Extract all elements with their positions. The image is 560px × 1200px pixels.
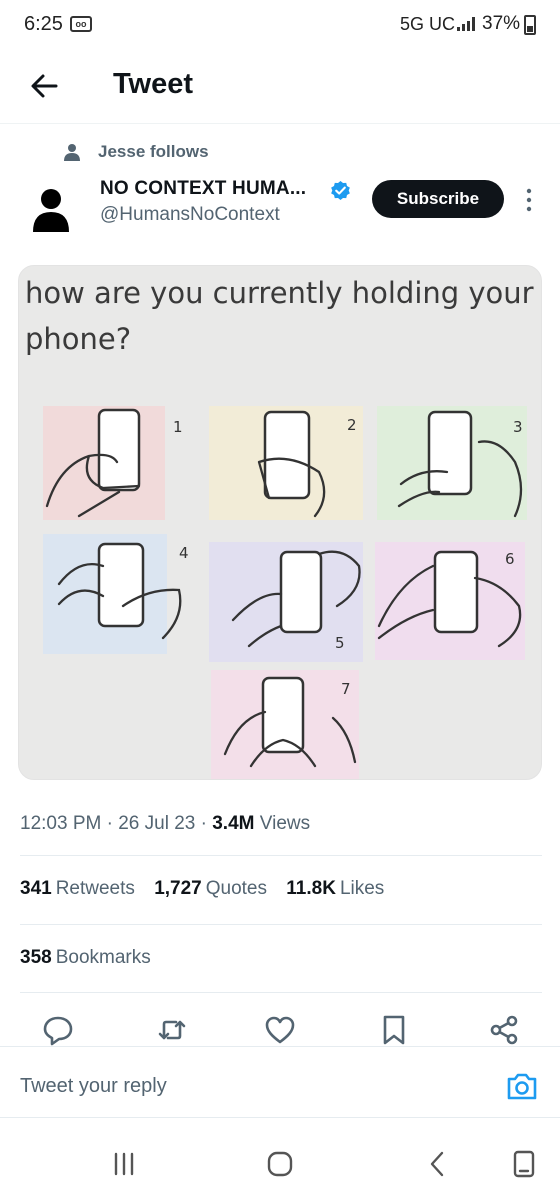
screen-icon[interactable] xyxy=(506,1146,542,1182)
views-count: 3.4M xyxy=(212,813,255,834)
retweets-stat[interactable]: 341 Retweets xyxy=(20,878,135,900)
engagement-stats: 341 Retweets 1,727 Quotes 11.8K Likes xyxy=(20,878,398,900)
avatar[interactable] xyxy=(26,184,76,234)
network-type: 5G UC xyxy=(400,14,456,34)
voicemail-icon: oo xyxy=(70,16,92,32)
phone-grip-illustration: 1 2 3 4 5 6 7 xyxy=(43,406,527,779)
quotes-stat[interactable]: 1,727 Quotes xyxy=(154,878,267,900)
retweet-icon[interactable] xyxy=(156,1014,188,1046)
recent-apps-icon[interactable] xyxy=(106,1146,142,1182)
tweet-media-image[interactable]: how are you currently holding your phone… xyxy=(18,265,542,780)
author-handle[interactable]: @HumansNoContext xyxy=(100,204,280,226)
bookmarks-count: 358 xyxy=(20,947,52,968)
grip-number-7: 7 xyxy=(341,680,351,698)
grip-number-4: 4 xyxy=(179,544,189,562)
like-icon[interactable] xyxy=(264,1014,296,1046)
back-arrow-icon[interactable] xyxy=(26,68,62,104)
status-time: 6:25 xyxy=(24,13,63,35)
divider xyxy=(20,924,542,925)
battery-percent: 37% xyxy=(482,13,521,34)
social-context-text: Jesse follows xyxy=(98,142,209,161)
more-options-icon[interactable] xyxy=(519,186,539,214)
reply-icon[interactable] xyxy=(42,1014,74,1046)
likes-count: 11.8K xyxy=(286,878,336,899)
divider xyxy=(20,855,542,856)
status-bar: 6:25 oo 5G UC 37% xyxy=(0,0,560,50)
reply-input[interactable] xyxy=(20,1075,460,1098)
tweet-date: 26 Jul 23 xyxy=(118,813,196,834)
retweets-count: 341 xyxy=(20,878,52,899)
grip-number-1: 1 xyxy=(173,418,183,436)
person-icon xyxy=(64,144,80,161)
likes-stat[interactable]: 11.8K Likes xyxy=(286,878,384,900)
reply-composer xyxy=(0,1046,560,1118)
tweet-timestamp: 12:03 PM · 26 Jul 23 · 3.4M Views xyxy=(20,813,310,835)
separator: · xyxy=(106,813,113,834)
share-icon[interactable] xyxy=(488,1014,520,1046)
separator: · xyxy=(200,813,207,834)
bookmarks-stat[interactable]: 358 Bookmarks xyxy=(20,947,151,969)
grip-number-6: 6 xyxy=(505,550,515,568)
retweets-label: Retweets xyxy=(55,878,135,899)
bookmark-icon[interactable] xyxy=(378,1014,410,1046)
page-title: Tweet xyxy=(113,68,194,100)
author-name[interactable]: NO CONTEXT HUMA... xyxy=(100,178,306,200)
grip-number-5: 5 xyxy=(335,634,345,652)
divider xyxy=(20,992,542,993)
likes-label: Likes xyxy=(339,878,385,899)
system-nav-bar xyxy=(0,1130,560,1200)
top-app-bar: Tweet xyxy=(0,52,560,124)
views-label: Views xyxy=(259,813,311,834)
grip-number-2: 2 xyxy=(347,416,357,434)
quotes-count: 1,727 xyxy=(154,878,202,899)
grip-number-3: 3 xyxy=(513,418,523,436)
camera-icon[interactable] xyxy=(506,1071,538,1101)
signal-icon xyxy=(457,17,475,31)
home-icon[interactable] xyxy=(262,1146,298,1182)
nav-back-icon[interactable] xyxy=(420,1146,456,1182)
tweet-time: 12:03 PM xyxy=(20,813,102,834)
battery-icon xyxy=(524,15,536,35)
subscribe-button[interactable]: Subscribe xyxy=(372,180,504,218)
verified-badge-icon[interactable] xyxy=(330,180,351,201)
quotes-label: Quotes xyxy=(205,878,267,899)
bookmarks-label: Bookmarks xyxy=(55,947,151,968)
